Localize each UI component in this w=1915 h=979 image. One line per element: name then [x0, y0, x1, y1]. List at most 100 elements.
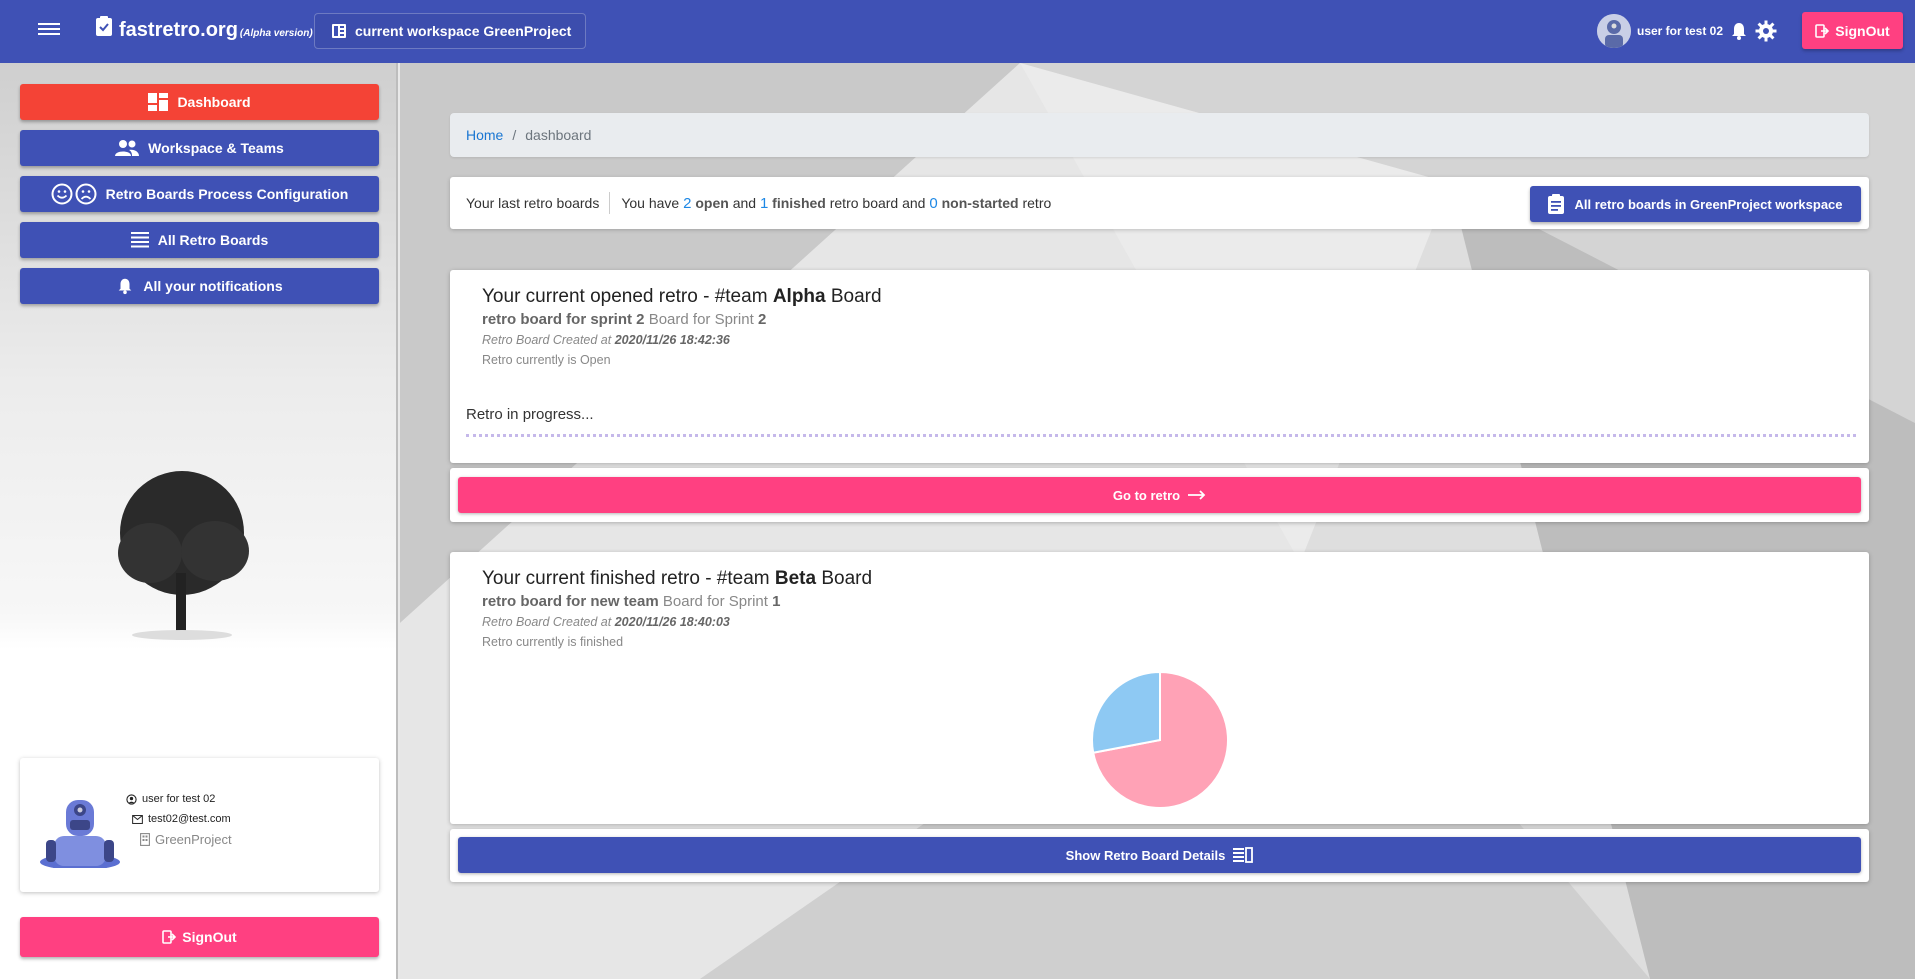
breadcrumb-separator: / [512, 127, 517, 143]
sidebar-item-label: Retro Boards Process Configuration [105, 186, 349, 202]
gear-icon[interactable] [1755, 20, 1777, 42]
finished-retro-subtitle: retro board for new team Board for Sprin… [482, 593, 780, 610]
signout-button-top[interactable]: SignOut [1802, 12, 1903, 49]
all-retro-boards-workspace-button[interactable]: All retro boards in GreenProject workspa… [1530, 186, 1861, 222]
finished-sub-bold: retro board for new team [482, 593, 659, 610]
workspace-chip-label: current workspace GreenProject [355, 23, 572, 39]
opened-retro-title: Your current opened retro - #team Alpha … [482, 286, 882, 308]
clipboard-icon [1548, 194, 1565, 214]
opened-team-name: Alpha [772, 286, 826, 307]
logout-icon [1815, 23, 1830, 38]
dashboard-icon [148, 93, 169, 111]
user-circle-icon [126, 793, 137, 805]
board-icon [332, 24, 346, 38]
finished-count: 1 [759, 194, 769, 212]
finished-sub-text: Board for Sprint [662, 593, 768, 610]
go-to-retro-label: Go to retro [1112, 487, 1181, 503]
user-name: user for test 02 [1637, 24, 1724, 38]
avatar[interactable] [1597, 14, 1631, 48]
opened-retro-status: Retro currently is Open [482, 353, 611, 367]
finished-created-label: Retro Board Created at [482, 615, 612, 629]
signout-label-sidebar: SignOut [182, 929, 237, 945]
sidebar-item-label: All your notifications [143, 278, 283, 294]
opened-retro-created: Retro Board Created at 2020/11/26 18:42:… [482, 333, 730, 347]
show-details-wrapper: Show Retro Board Details [450, 829, 1869, 882]
opened-sprint: 2 [757, 311, 767, 328]
current-workspace-chip[interactable]: current workspace GreenProject [314, 13, 587, 49]
retro-progress-indicator [466, 434, 1856, 437]
finished-retro-status: Retro currently is finished [482, 635, 624, 649]
smiley-faces-icon [51, 183, 97, 205]
top-app-bar: fastretro.org (Alpha version) current wo… [0, 0, 1915, 63]
breadcrumb: Home / dashboard [450, 113, 1869, 157]
breadcrumb-home-link[interactable]: Home [466, 127, 503, 143]
opened-title-prefix: Your current opened retro - #team [482, 286, 768, 307]
opened-created-label: Retro Board Created at [482, 333, 612, 347]
user-menu[interactable]: user for test 02 [1597, 14, 1777, 48]
sidebar: Dashboard Workspace & Teams Retro Boards… [0, 63, 398, 979]
details-list-icon [1233, 847, 1254, 863]
sidebar-item-workspace-teams[interactable]: Workspace & Teams [20, 130, 379, 166]
profile-workspace-row: GreenProject [140, 832, 232, 847]
tree-illustration [118, 471, 249, 640]
breadcrumb-current: dashboard [525, 127, 592, 143]
all-retro-boards-label: All retro boards in GreenProject workspa… [1574, 196, 1843, 212]
show-details-label: Show Retro Board Details [1065, 847, 1226, 863]
pie-slice-1[interactable] [1091, 670, 1161, 754]
nonstarted-count: 0 [929, 194, 938, 212]
brand-name: fastretro.org [119, 19, 238, 41]
finished-team-name: Beta [774, 568, 817, 589]
finished-retro-card: Your current finished retro - #team Beta… [450, 552, 1869, 824]
people-icon [115, 140, 140, 156]
go-to-retro-wrapper: Go to retro [450, 468, 1869, 522]
finished-retro-title: Your current finished retro - #team Beta… [482, 568, 872, 590]
opened-sub-text: Board for Sprint [648, 311, 754, 328]
retro-summary-bar: Your last retro boards You have 2 open a… [450, 177, 1869, 229]
bell-icon[interactable] [1729, 21, 1749, 41]
sidebar-item-dashboard[interactable]: Dashboard [20, 84, 379, 120]
sidebar-item-label: Workspace & Teams [148, 140, 284, 156]
stats-text-you-have: You have [621, 194, 680, 211]
logout-icon [162, 930, 177, 944]
brand-tag: (Alpha version) [239, 28, 313, 39]
profile-name-row: user for test 02 [126, 793, 215, 805]
brand-logo[interactable]: fastretro.org (Alpha version) [95, 16, 313, 42]
finished-sprint: 1 [772, 593, 781, 610]
retro-stats-text: You have 2 open and 1 finished retro boa… [610, 195, 1051, 212]
building-icon [140, 833, 150, 846]
retro-pie-chart [1091, 670, 1229, 809]
go-to-retro-button[interactable]: Go to retro [458, 477, 1861, 513]
signout-button-sidebar[interactable]: SignOut [20, 917, 379, 957]
finished-retro-created: Retro Board Created at 2020/11/26 18:40:… [482, 615, 730, 629]
finished-title-suffix: Board [821, 568, 873, 589]
profile-email: test02@test.com [148, 813, 231, 825]
retro-progress-text: Retro in progress... [466, 406, 594, 423]
profile-name: user for test 02 [142, 793, 216, 805]
profile-email-row: test02@test.com [132, 813, 231, 825]
stats-text-and: and [732, 194, 757, 211]
opened-retro-card: Your current opened retro - #team Alpha … [450, 270, 1869, 463]
hamburger-menu-icon[interactable] [38, 20, 60, 42]
sidebar-item-all-retro-boards[interactable]: All Retro Boards [20, 222, 379, 258]
open-label: open [695, 194, 729, 211]
opened-title-suffix: Board [830, 286, 882, 307]
show-retro-board-details-button[interactable]: Show Retro Board Details [458, 837, 1861, 873]
sidebar-item-notifications[interactable]: All your notifications [20, 268, 379, 304]
sidebar-item-label: All Retro Boards [157, 232, 269, 248]
stats-text-retro: retro [1022, 194, 1052, 211]
opened-created-at: 2020/11/26 18:42:36 [614, 333, 730, 347]
opened-sub-bold: retro board for sprint 2 [482, 311, 645, 328]
finished-title-prefix: Your current finished retro - #team [482, 568, 770, 589]
stats-text-retro-board-and: retro board and [829, 194, 926, 211]
last-retro-boards-label: Your last retro boards [450, 192, 611, 214]
sidebar-item-process-configuration[interactable]: Retro Boards Process Configuration [20, 176, 379, 212]
opened-retro-subtitle: retro board for sprint 2 Board for Sprin… [482, 311, 766, 328]
bell-icon [119, 278, 132, 295]
profile-workspace: GreenProject [155, 832, 232, 847]
sidebar-item-label: Dashboard [177, 94, 251, 110]
list-icon [130, 232, 149, 248]
finished-created-at: 2020/11/26 18:40:03 [614, 615, 730, 629]
robot-avatar [40, 800, 120, 868]
arrow-right-icon [1188, 490, 1206, 500]
open-count: 2 [683, 194, 692, 212]
